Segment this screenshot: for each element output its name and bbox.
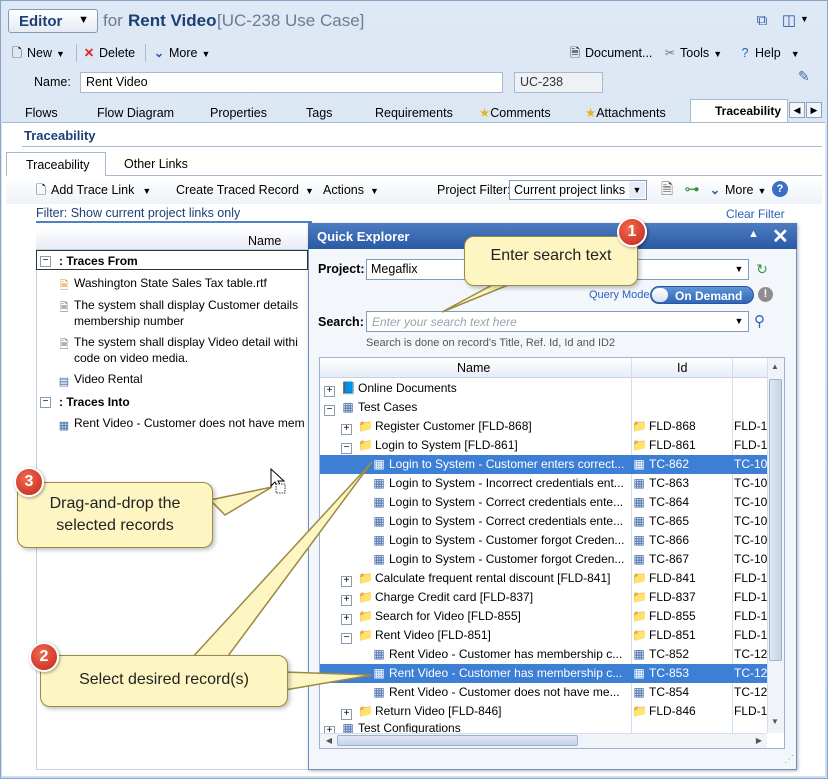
drag-cursor [270,467,286,494]
drag-copy-icon [275,483,286,494]
